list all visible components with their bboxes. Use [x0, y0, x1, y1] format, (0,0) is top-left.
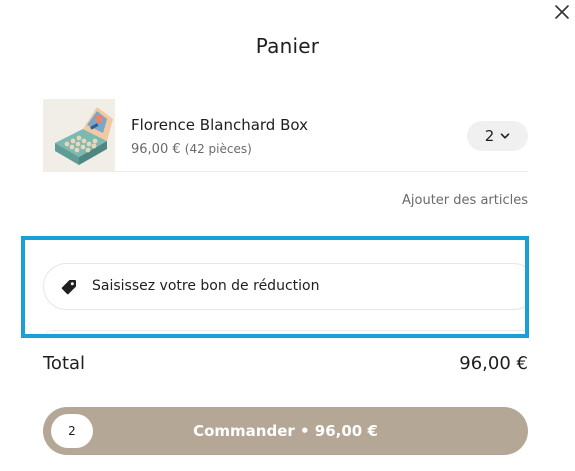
checkout-item-count: 2 — [51, 414, 93, 448]
quantity-value: 2 — [484, 127, 495, 145]
product-name[interactable]: Florence Blanchard Box — [131, 116, 308, 134]
quantity-select[interactable]: 2 — [467, 121, 528, 151]
divider — [43, 330, 525, 334]
cart-drawer: Panier Florence Blanchard Box 96,00 € (4… — [0, 0, 575, 471]
product-price-value: 96,00 € — [131, 142, 181, 157]
product-thumbnail[interactable] — [43, 99, 115, 171]
checkout-label: Commander • 96,00 € — [193, 422, 378, 440]
promo-code-section: Saisissez votre bon de réduction — [21, 236, 529, 338]
promo-code-input[interactable]: Saisissez votre bon de réduction — [43, 263, 525, 310]
add-items-link[interactable]: Ajouter des articles — [402, 193, 528, 208]
product-pieces: (42 pièces) — [184, 142, 252, 156]
total-value: 96,00 € — [459, 353, 528, 374]
chevron-down-icon — [500, 131, 510, 141]
checkout-button[interactable]: Commander • 96,00 € 2 — [43, 407, 528, 455]
cart-item: Florence Blanchard Box 96,00 € (42 pièce… — [43, 99, 528, 172]
close-icon[interactable] — [553, 3, 571, 21]
promo-code-placeholder: Saisissez votre bon de réduction — [92, 278, 320, 294]
product-price: 96,00 € (42 pièces) — [131, 142, 252, 157]
tag-icon — [60, 278, 78, 296]
page-title: Panier — [255, 34, 320, 58]
total-label: Total — [43, 353, 86, 374]
